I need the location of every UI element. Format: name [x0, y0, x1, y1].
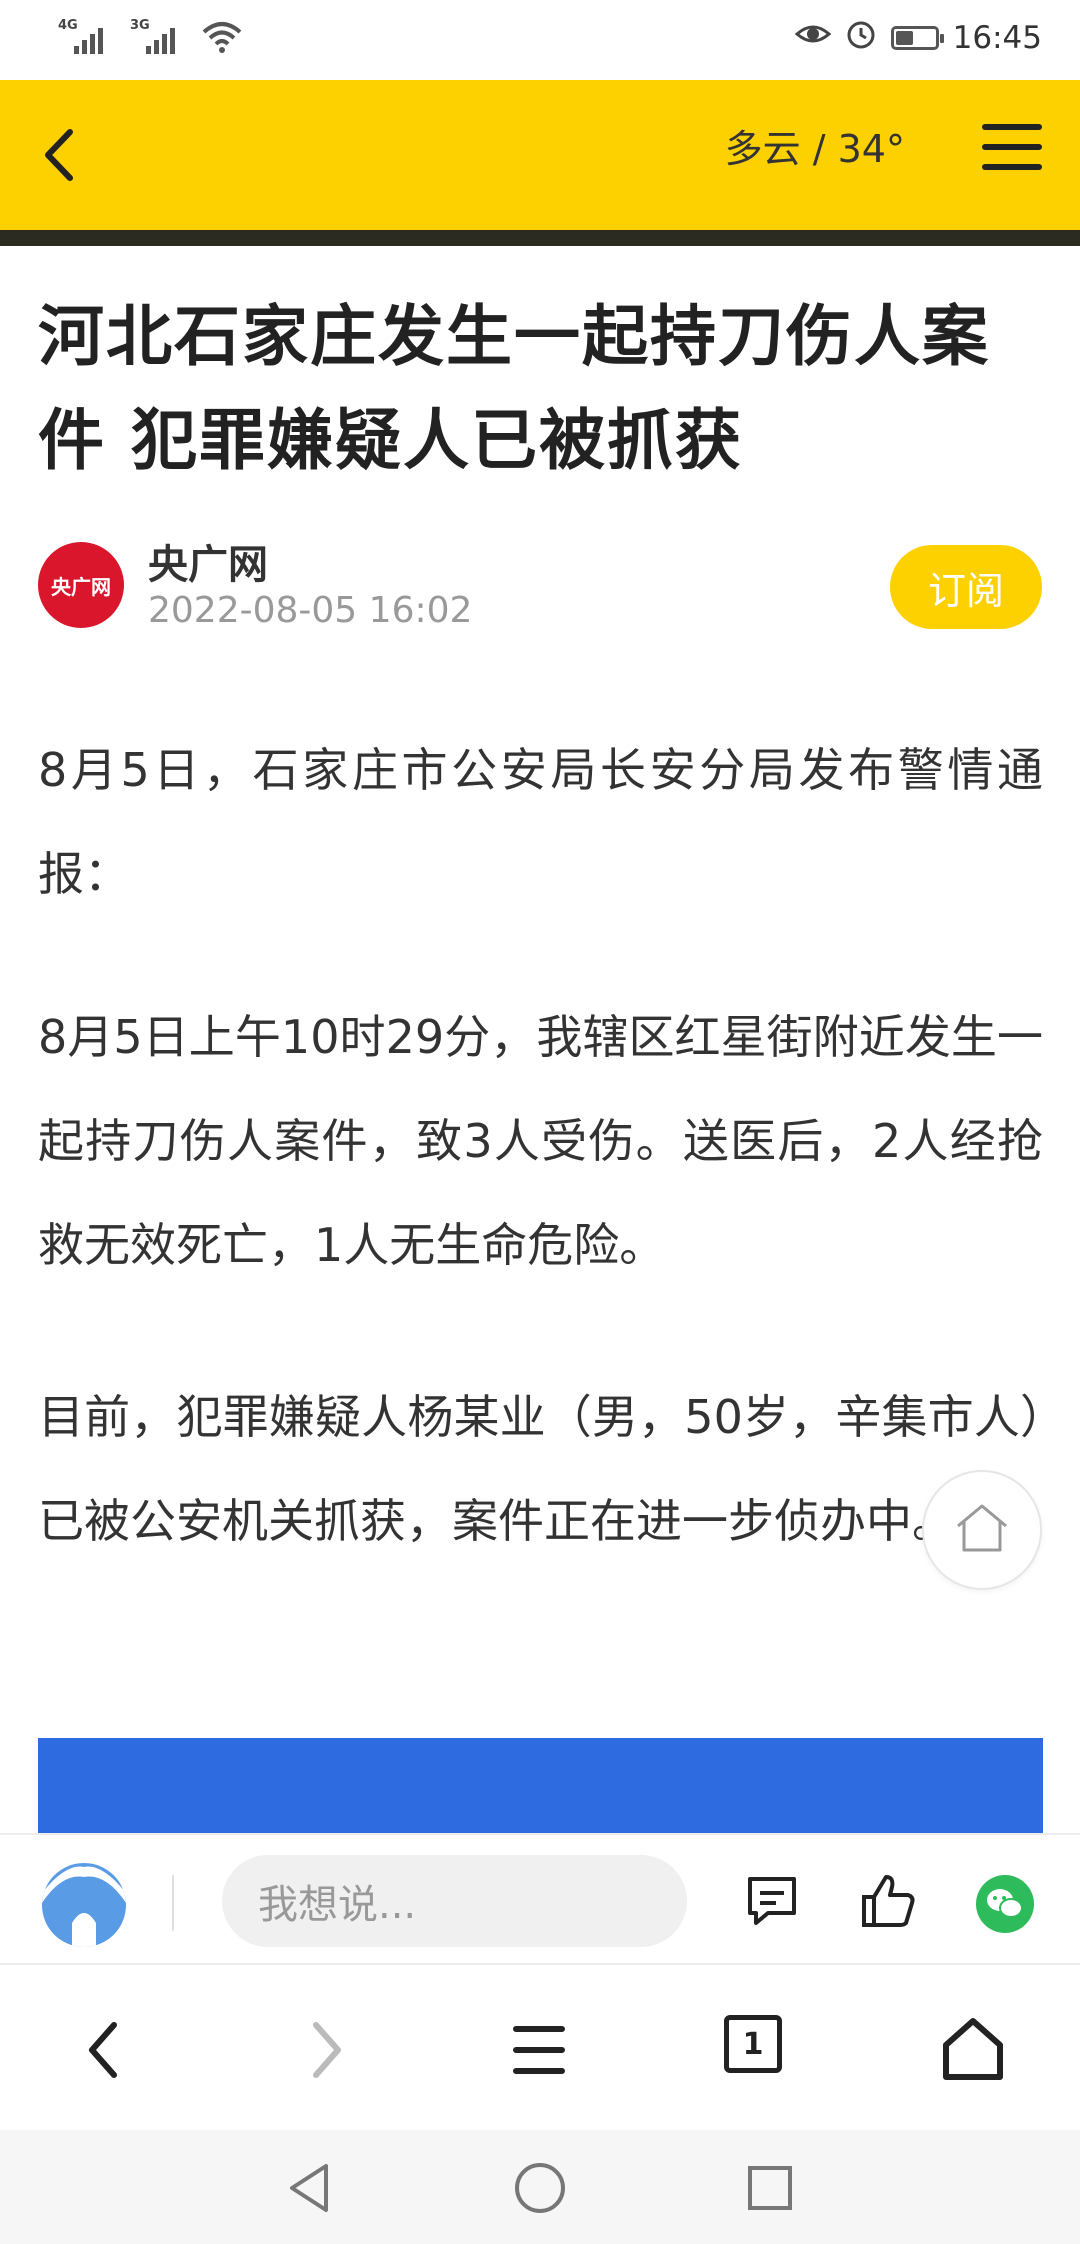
comment-bar: 我想说... — [0, 1833, 1080, 1965]
home-circle-icon[interactable] — [512, 2160, 568, 2216]
back-arrow-icon[interactable] — [28, 120, 98, 190]
recents-square-icon[interactable] — [742, 2160, 798, 2216]
house-icon — [954, 1502, 1010, 1558]
header-image-edge — [0, 230, 1080, 246]
article-image — [38, 1738, 1043, 1833]
article-paragraph: 8月5日上午10时29分，我辖区红星街附近发生一起持刀伤人案件，致3人受伤。送医… — [38, 1010, 1043, 1272]
back-triangle-icon[interactable] — [282, 2160, 338, 2216]
publish-date: 2022-08-05 16:02 — [148, 590, 473, 631]
clock: 16:45 — [952, 20, 1042, 56]
eye-icon — [794, 20, 831, 56]
article-paragraph: 目前，犯罪嫌疑人杨某业（男，50岁，辛集市人）已被公安机关抓获，案件正在进一步侦… — [38, 1390, 1043, 1548]
battery-icon — [890, 26, 944, 50]
article-paragraph: 8月5日，石家庄市公安局长安分局发布警情通报： — [38, 743, 1043, 901]
user-avatar[interactable] — [42, 1863, 126, 1947]
app-header: 多云 / 34° — [0, 80, 1080, 230]
subscribe-button[interactable]: 订阅 — [890, 545, 1042, 629]
status-bar: 4G 3G 16:45 — [0, 0, 1080, 80]
back-icon[interactable] — [70, 2015, 140, 2085]
alarm-icon — [845, 18, 877, 58]
wifi-icon — [202, 20, 242, 54]
wechat-icon[interactable] — [976, 1875, 1034, 1933]
hamburger-menu-icon[interactable] — [982, 124, 1042, 184]
signal-group: 4G 3G — [58, 18, 242, 54]
source-logo[interactable]: 央广网 — [38, 542, 124, 628]
divider — [172, 1875, 174, 1931]
menu-icon[interactable] — [504, 2015, 574, 2085]
source-name[interactable]: 央广网 — [148, 532, 268, 590]
weather-info: 多云 / 34° — [724, 127, 905, 171]
system-nav-bar — [0, 2130, 1080, 2244]
article-title: 河北石家庄发生一起持刀伤人案件 犯罪嫌疑人已被抓获 — [38, 298, 990, 479]
comment-input[interactable]: 我想说... — [222, 1855, 687, 1947]
home-icon[interactable] — [938, 2015, 1008, 2085]
signal-4g-icon: 4G — [58, 18, 108, 54]
tabs-icon[interactable]: 1 — [724, 2015, 782, 2073]
browser-nav-bar: 1 — [0, 1965, 1080, 2130]
thumbs-up-icon[interactable] — [858, 1871, 918, 1931]
forward-icon[interactable] — [290, 2015, 360, 2085]
comment-icon[interactable] — [742, 1871, 802, 1931]
back-to-top-button[interactable] — [922, 1470, 1042, 1590]
signal-3g-icon: 3G — [130, 18, 180, 54]
